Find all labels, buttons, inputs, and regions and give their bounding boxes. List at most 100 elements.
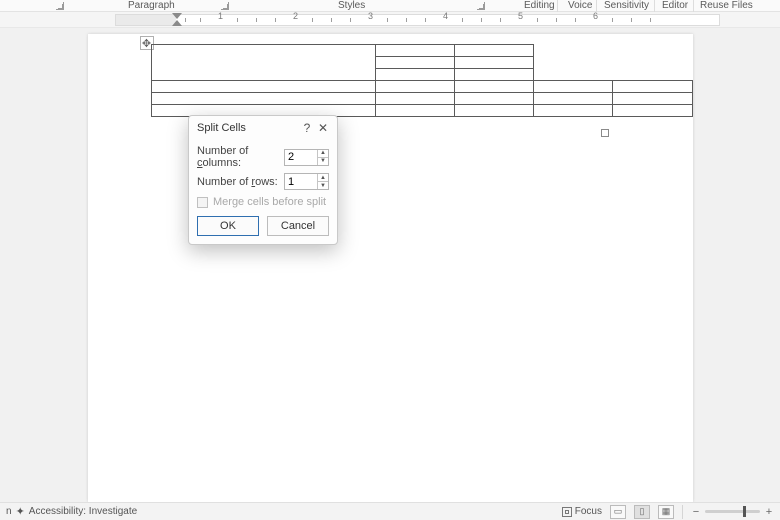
merge-before-split-checkbox: Merge cells before split [197,196,329,208]
status-bar: n ✦ Accessibility: Investigate Focus ▭ ▯… [0,502,780,520]
columns-spinner[interactable]: ▲ ▼ [284,149,329,166]
table-cell[interactable] [454,93,533,105]
ruler-tick [185,18,186,22]
ribbon-groups-row: Paragraph Styles Editing Voice Sensitivi… [0,0,780,12]
ribbon-group-paragraph: Paragraph [128,0,175,11]
ribbon-separator [557,0,558,12]
table-cell[interactable] [533,105,612,117]
table-cell[interactable] [375,69,454,81]
ruler-tick [575,18,576,22]
status-left-truncated: n [6,506,12,517]
hanging-indent-icon[interactable] [172,20,182,26]
ruler-mark: 5 [518,11,523,21]
columns-input[interactable] [285,150,317,165]
document-page[interactable]: ✥ [88,34,693,502]
table-resize-handle-icon[interactable] [601,129,609,137]
ok-button[interactable]: OK [197,216,259,236]
ruler-mark: 1 [218,11,223,21]
ruler-tick [275,18,276,22]
table-cell[interactable] [454,69,533,81]
columns-spin-down-icon[interactable]: ▼ [318,158,328,165]
rows-row: Number of rows: ▲ ▼ [197,173,329,190]
accessibility-icon[interactable]: ✦ [16,505,25,518]
font-dialog-launcher-icon[interactable] [56,2,64,10]
table-cell[interactable] [533,81,612,93]
dialog-help-button[interactable]: ? [299,121,315,135]
table-row[interactable] [151,93,692,105]
table-cell[interactable] [375,81,454,93]
table-cell[interactable] [454,81,533,93]
table-cell[interactable] [533,93,612,105]
status-right: Focus ▭ ▯ ▦ − + [562,505,774,519]
table-cell[interactable] [613,93,692,105]
table-cell[interactable] [151,45,375,81]
zoom-thumb-icon[interactable] [743,506,746,517]
focus-icon [562,507,572,517]
ruler-mark: 3 [368,11,373,21]
rows-spin-up-icon[interactable]: ▲ [318,174,328,182]
dialog-titlebar[interactable]: Split Cells ? ✕ [189,116,337,139]
focus-mode-button[interactable]: Focus [562,506,602,517]
ruler-tick [500,18,501,22]
ruler-tick [237,18,238,22]
zoom-out-button[interactable]: − [691,506,701,518]
rows-spinner[interactable]: ▲ ▼ [284,173,329,190]
status-separator [682,505,683,519]
table-cell[interactable] [613,105,692,117]
ribbon-group-editor: Editor [662,0,688,11]
ruler-tick [406,18,407,22]
page-icon: ▯ [640,506,645,517]
accessibility-status[interactable]: Accessibility: Investigate [29,506,137,517]
table-row[interactable] [151,81,692,93]
dialog-title: Split Cells [197,122,299,134]
dialog-body: Number of columns: ▲ ▼ Number of rows: ▲… [189,139,337,244]
zoom-slider[interactable]: − + [691,506,774,518]
ruler-tick [650,18,651,22]
ruler-tick [481,18,482,22]
table-cell[interactable] [375,93,454,105]
ribbon-group-reuse-files: Reuse Files [700,0,753,11]
ribbon-separator [654,0,655,12]
table-cell[interactable] [613,81,692,93]
read-mode-button[interactable]: ▭ [610,505,626,519]
document-workspace: ✥ [0,28,780,502]
print-layout-button[interactable]: ▯ [634,505,650,519]
table-row[interactable] [151,45,692,57]
table-cell[interactable] [151,93,375,105]
status-left: n ✦ Accessibility: Investigate [6,505,137,518]
table-cell[interactable] [454,105,533,117]
rows-label: Number of rows: [197,176,284,188]
table-cell[interactable] [454,57,533,69]
ribbon-group-sensitivity: Sensitivity [604,0,649,11]
rows-input[interactable] [285,174,317,189]
horizontal-ruler[interactable]: 1 2 3 4 5 6 [0,12,780,28]
ruler-tick [537,18,538,22]
split-cells-dialog: Split Cells ? ✕ Number of columns: ▲ ▼ N… [188,115,338,245]
ruler-tick [256,18,257,22]
ruler-tick [331,18,332,22]
columns-row: Number of columns: ▲ ▼ [197,145,329,169]
table-cell[interactable] [375,45,454,57]
zoom-in-button[interactable]: + [764,506,774,518]
ruler-tick [631,18,632,22]
table-cell[interactable] [454,45,533,57]
merge-before-split-label: Merge cells before split [213,196,326,208]
styles-dialog-launcher-icon[interactable] [477,2,485,10]
table-cell[interactable] [375,105,454,117]
table-cell[interactable] [151,81,375,93]
zoom-track[interactable] [705,510,760,513]
document-table[interactable] [151,44,693,117]
ruler-mark: 2 [293,11,298,21]
table-cell[interactable] [375,57,454,69]
columns-spin-up-icon[interactable]: ▲ [318,150,328,158]
first-line-indent-icon[interactable] [172,13,182,19]
dialog-close-button[interactable]: ✕ [315,121,331,135]
ruler-tick [462,18,463,22]
rows-spin-down-icon[interactable]: ▼ [318,182,328,189]
paragraph-dialog-launcher-icon[interactable] [221,2,229,10]
cancel-button[interactable]: Cancel [267,216,329,236]
columns-label: Number of columns: [197,145,284,169]
web-layout-button[interactable]: ▦ [658,505,674,519]
ruler-tick [350,18,351,22]
book-icon: ▭ [614,506,623,517]
